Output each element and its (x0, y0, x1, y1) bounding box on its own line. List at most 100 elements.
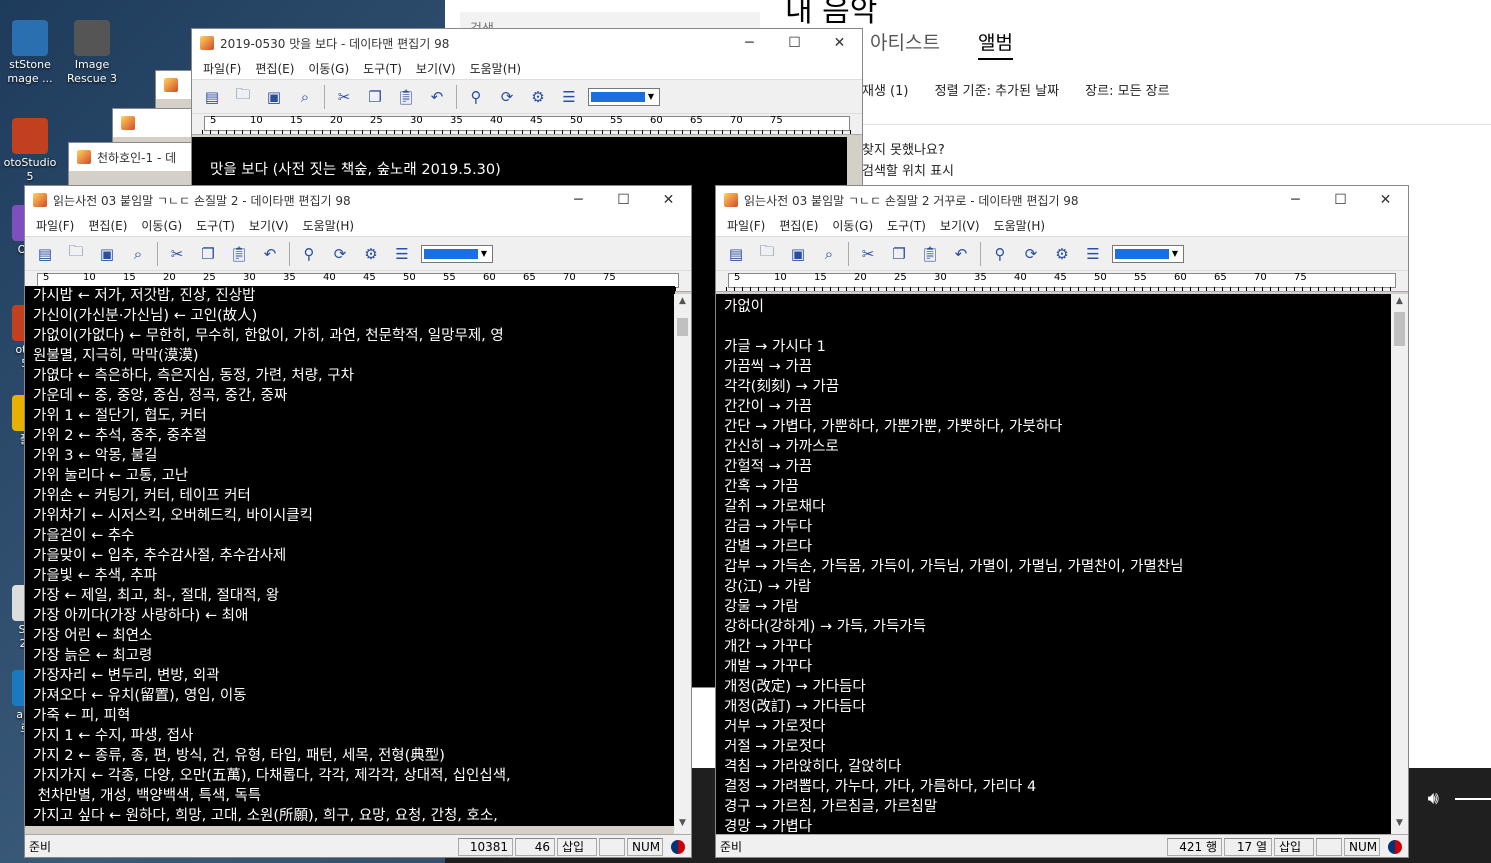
title-bar[interactable]: 2019-0530 맛을 보다 - 데이타맨 편집기 98 ─ ☐ ✕ (192, 29, 862, 57)
play-filter[interactable]: 재생 (1) (862, 84, 908, 99)
save-icon[interactable]: ▣ (786, 242, 810, 266)
settings-icon[interactable]: ⚙ (1050, 242, 1074, 266)
tab-albums[interactable]: 앨범 (977, 32, 1013, 60)
undo-icon[interactable]: ↶ (258, 242, 282, 266)
close-icon[interactable]: ✕ (1363, 192, 1408, 208)
cut-icon[interactable]: ✂ (165, 242, 189, 266)
scroll-down-icon[interactable]: ▼ (674, 818, 691, 832)
save-icon[interactable]: ▣ (95, 242, 119, 266)
menu-item[interactable]: 이동(G) (134, 217, 189, 234)
menu-item[interactable]: 이동(G) (825, 217, 880, 234)
tab-artists[interactable]: 아티스트 (870, 32, 940, 54)
desktop-icon[interactable]: Image Rescue 3 (62, 20, 122, 86)
editor-window-right[interactable]: 읽는사전 03 붙임말 ㄱㄴㄷ 손질말 2 거꾸로 - 데이타맨 편집기 98 … (715, 185, 1409, 858)
desktop-icon[interactable]: stStone mage ... (0, 20, 60, 86)
scroll-thumb[interactable] (677, 318, 688, 336)
cut-icon[interactable]: ✂ (856, 242, 880, 266)
new-file-icon[interactable]: ▤ (200, 85, 224, 109)
new-file-icon[interactable]: ▤ (724, 242, 748, 266)
menu-item[interactable]: 도구(T) (356, 60, 409, 77)
app-icon (724, 193, 738, 207)
copy-icon[interactable]: ❐ (363, 85, 387, 109)
menu-item[interactable]: 보기(V) (409, 60, 463, 77)
menu-item[interactable]: 도움말(H) (463, 60, 529, 77)
menu-item[interactable]: 도움말(H) (296, 217, 362, 234)
scroll-up-icon[interactable]: ▲ (674, 296, 691, 310)
korean-ime-icon[interactable] (1388, 839, 1402, 854)
sort-filter[interactable]: 정렬 기준: 추가된 날짜 (935, 84, 1059, 99)
desktop-icon[interactable]: otoStudio 5 (0, 118, 60, 184)
replace-icon[interactable]: ⟳ (328, 242, 352, 266)
print-preview-icon[interactable]: ⌕ (126, 242, 150, 266)
print-preview-icon[interactable]: ⌕ (293, 85, 317, 109)
chevron-down-icon[interactable]: ▼ (1169, 249, 1181, 258)
volume-slider[interactable] (1455, 798, 1491, 800)
vertical-scrollbar[interactable]: ▲ ▼ (1391, 294, 1408, 834)
undo-icon[interactable]: ↶ (949, 242, 973, 266)
menu-item[interactable]: 파일(F) (720, 217, 772, 234)
editor-window-left[interactable]: 읽는사전 03 붙임말 ㄱㄴㄷ 손질말 2 - 데이타맨 편집기 98 ─ ☐ … (24, 185, 692, 858)
menu-item[interactable]: 보기(V) (242, 217, 296, 234)
scroll-thumb[interactable] (1394, 312, 1405, 346)
chevron-down-icon[interactable]: ▼ (645, 92, 657, 101)
menu-item[interactable]: 파일(F) (29, 217, 81, 234)
title-bar[interactable]: 읽는사전 03 붙임말 ㄱㄴㄷ 손질말 2 거꾸로 - 데이타맨 편집기 98 … (716, 186, 1408, 214)
menu-item[interactable]: 도구(T) (880, 217, 933, 234)
open-folder-icon[interactable]: 🗀 (231, 85, 255, 109)
save-icon[interactable]: ▣ (262, 85, 286, 109)
replace-icon[interactable]: ⟳ (1019, 242, 1043, 266)
paste-icon[interactable]: 📋︎ (394, 85, 418, 109)
cut-icon[interactable]: ✂ (332, 85, 356, 109)
menu-item[interactable]: 편집(E) (248, 60, 301, 77)
color-select[interactable]: ▼ (421, 244, 493, 263)
maximize-icon[interactable]: ☐ (772, 35, 817, 51)
vertical-scrollbar[interactable]: ▲ ▼ (674, 294, 691, 834)
close-icon[interactable]: ✕ (646, 192, 691, 208)
maximize-icon[interactable]: ☐ (1318, 192, 1363, 208)
settings-icon[interactable]: ⚙ (526, 85, 550, 109)
genre-filter[interactable]: 장르: 모든 장르 (1085, 84, 1169, 99)
help-link[interactable]: 검색할 위치 표시 (862, 161, 954, 182)
menu-item[interactable]: 편집(E) (81, 217, 134, 234)
text-area[interactable]: 가없이 가글 → 가시다 1 가끔씩 → 가끔 각각(刻刻) → 가끔 간간이 → 가끔… (716, 294, 1392, 834)
menu-item[interactable]: 파일(F) (196, 60, 248, 77)
find-icon[interactable]: ⚲ (464, 85, 488, 109)
copy-icon[interactable]: ❐ (196, 242, 220, 266)
settings-icon[interactable]: ⚙ (359, 242, 383, 266)
scroll-up-icon[interactable]: ▲ (1391, 296, 1408, 310)
format-icon[interactable]: ☰ (1081, 242, 1105, 266)
new-file-icon[interactable]: ▤ (33, 242, 57, 266)
menu-item[interactable]: 편집(E) (772, 217, 825, 234)
find-icon[interactable]: ⚲ (988, 242, 1012, 266)
menu-item[interactable]: 이동(G) (301, 60, 356, 77)
color-select[interactable]: ▼ (1112, 244, 1184, 263)
paste-icon[interactable]: 📋︎ (227, 242, 251, 266)
korean-ime-icon[interactable] (671, 839, 685, 854)
scroll-down-icon[interactable]: ▼ (1391, 818, 1408, 832)
volume-icon[interactable]: 🔊︎ (1428, 788, 1439, 809)
text-area[interactable]: 가시밥 ← 저가, 저갓밥, 진상, 진상밥 가신이(가신분·가신님) ← 고인(… (25, 286, 675, 826)
replace-icon[interactable]: ⟳ (495, 85, 519, 109)
maximize-icon[interactable]: ☐ (601, 192, 646, 208)
chevron-down-icon[interactable]: ▼ (478, 249, 490, 258)
minimize-icon[interactable]: ─ (727, 35, 772, 51)
open-folder-icon[interactable]: 🗀 (755, 242, 779, 266)
menu-item[interactable]: 도움말(H) (987, 217, 1053, 234)
title-bar[interactable]: 읽는사전 03 붙임말 ㄱㄴㄷ 손질말 2 - 데이타맨 편집기 98 ─ ☐ … (25, 186, 691, 214)
copy-icon[interactable]: ❐ (887, 242, 911, 266)
minimize-icon[interactable]: ─ (556, 192, 601, 208)
find-icon[interactable]: ⚲ (297, 242, 321, 266)
format-icon[interactable]: ☰ (557, 85, 581, 109)
close-icon[interactable]: ✕ (817, 35, 862, 51)
insert-mode: 삽입 (1274, 837, 1314, 856)
minimize-icon[interactable]: ─ (1273, 192, 1318, 208)
paste-icon[interactable]: 📋︎ (918, 242, 942, 266)
ruler-number: 55 (443, 272, 456, 283)
color-select[interactable]: ▼ (588, 87, 660, 106)
menu-item[interactable]: 보기(V) (933, 217, 987, 234)
menu-item[interactable]: 도구(T) (189, 217, 242, 234)
print-preview-icon[interactable]: ⌕ (817, 242, 841, 266)
open-folder-icon[interactable]: 🗀 (64, 242, 88, 266)
undo-icon[interactable]: ↶ (425, 85, 449, 109)
format-icon[interactable]: ☰ (390, 242, 414, 266)
